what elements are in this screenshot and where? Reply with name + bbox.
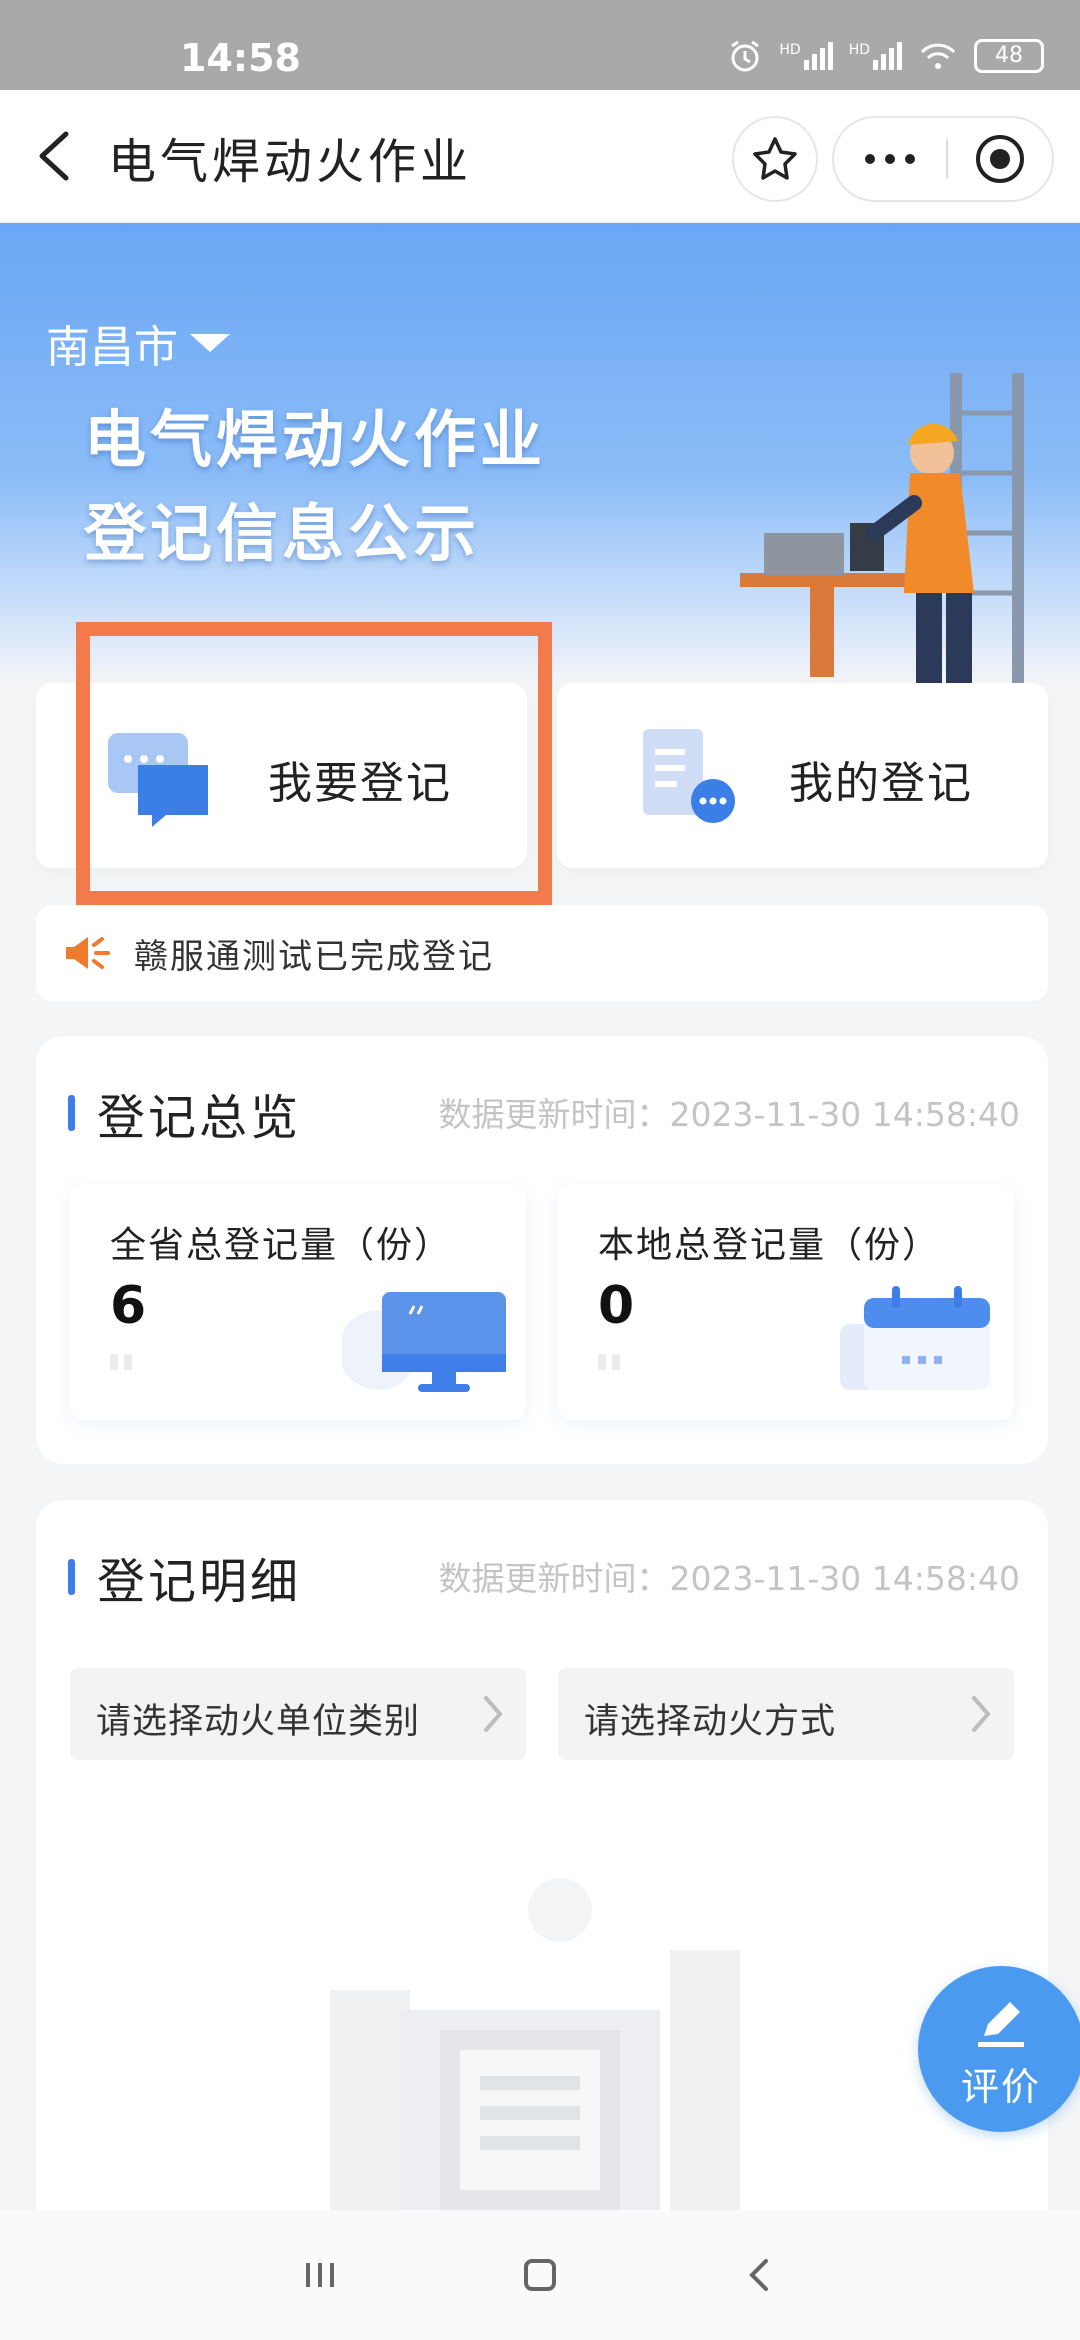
battery-icon: 48 <box>974 39 1044 73</box>
worker-illustration <box>740 373 1024 683</box>
alarm-icon <box>731 40 760 72</box>
overview-header: 登记总览 <box>68 1078 301 1148</box>
page-title: 电气焊动火作业 <box>108 134 473 190</box>
notice-text: 赣服通测试已完成登记 <box>134 936 494 977</box>
unit-type-filter-label: 请选择动火单位类别 <box>96 1702 421 1742</box>
monitor-icon <box>342 1292 506 1392</box>
signal-icon-2: HD <box>849 42 902 70</box>
more-button[interactable] <box>834 154 946 164</box>
details-update-time: 数据更新时间：2023-11-30 14:58:40 <box>438 1559 1020 1598</box>
document-chat-icon <box>643 729 735 823</box>
nav-bar: 电气焊动火作业 <box>0 90 1080 223</box>
chevron-right-icon <box>972 1696 991 1732</box>
clock: 14:58 <box>180 36 301 80</box>
system-back-icon[interactable] <box>740 2255 780 2295</box>
quote-mark <box>598 1354 620 1370</box>
chevron-right-icon <box>484 1696 503 1732</box>
more-dot <box>905 154 915 164</box>
more-dot <box>865 154 875 164</box>
city-label: 南昌市 <box>46 322 178 373</box>
evaluate-button[interactable]: 评价 <box>918 1966 1080 2132</box>
calendar-icon <box>840 1286 990 1390</box>
target-icon <box>976 135 1024 183</box>
wifi-icon <box>920 43 956 69</box>
method-filter[interactable]: 请选择动火方式 <box>558 1668 1014 1760</box>
province-total-card: 全省总登记量（份） 6 <box>70 1184 526 1420</box>
pencil-icon <box>978 2002 1024 2047</box>
highlight-box <box>76 622 552 905</box>
province-total-label: 全省总登记量（份） <box>110 1225 453 1266</box>
my-register-label: 我的登记 <box>789 758 973 809</box>
details-header: 登记明细 <box>68 1542 301 1612</box>
status-icons: HD HD 48 <box>727 38 1044 74</box>
empty-state-illustration <box>330 1878 740 2210</box>
dropdown-triangle-icon <box>190 334 230 352</box>
star-icon <box>753 137 797 180</box>
section-accent-bar <box>68 1095 75 1131</box>
overview-title: 登记总览 <box>97 1090 302 1146</box>
mini-program-capsule <box>832 116 1054 202</box>
banner-headline: 电气焊动火作业 登记信息公示 <box>84 393 546 581</box>
system-nav-bar <box>0 2210 1080 2340</box>
city-selector[interactable]: 南昌市 <box>46 311 230 375</box>
evaluate-label: 评价 <box>960 2065 1041 2109</box>
headline-line-2: 登记信息公示 <box>84 497 481 570</box>
local-total-card: 本地总登记量（份） 0 <box>558 1184 1014 1420</box>
recent-apps-icon[interactable] <box>300 2255 340 2295</box>
unit-type-filter[interactable]: 请选择动火单位类别 <box>70 1668 526 1760</box>
details-title: 登记明细 <box>97 1554 302 1610</box>
close-program-button[interactable] <box>948 133 1052 185</box>
quote-mark <box>110 1354 132 1370</box>
local-total-label: 本地总登记量（份） <box>598 1225 941 1266</box>
notice-bar: 赣服通测试已完成登记 <box>36 905 1048 1001</box>
method-filter-label: 请选择动火方式 <box>584 1702 837 1742</box>
home-icon[interactable] <box>520 2255 560 2295</box>
section-accent-bar <box>68 1559 75 1595</box>
signal-icon-1: HD <box>779 42 833 70</box>
headline-line-1: 电气焊动火作业 <box>84 403 547 476</box>
speaker-icon <box>66 937 110 969</box>
status-bar: 14:58 HD HD 48 <box>0 0 1080 90</box>
favorite-button[interactable] <box>732 116 818 202</box>
province-total-value: 6 <box>110 1276 147 1336</box>
hero-banner: 南昌市 电气焊动火作业 登记信息公示 <box>0 223 1080 683</box>
local-total-value: 0 <box>598 1276 635 1336</box>
my-register-button[interactable]: 我的登记 <box>557 683 1048 868</box>
more-dot <box>885 154 895 164</box>
overview-card: 登记总览 数据更新时间：2023-11-30 14:58:40 全省总登记量（份… <box>36 1036 1048 1464</box>
back-arrow-icon[interactable] <box>30 128 80 184</box>
overview-update-time: 数据更新时间：2023-11-30 14:58:40 <box>438 1095 1020 1134</box>
